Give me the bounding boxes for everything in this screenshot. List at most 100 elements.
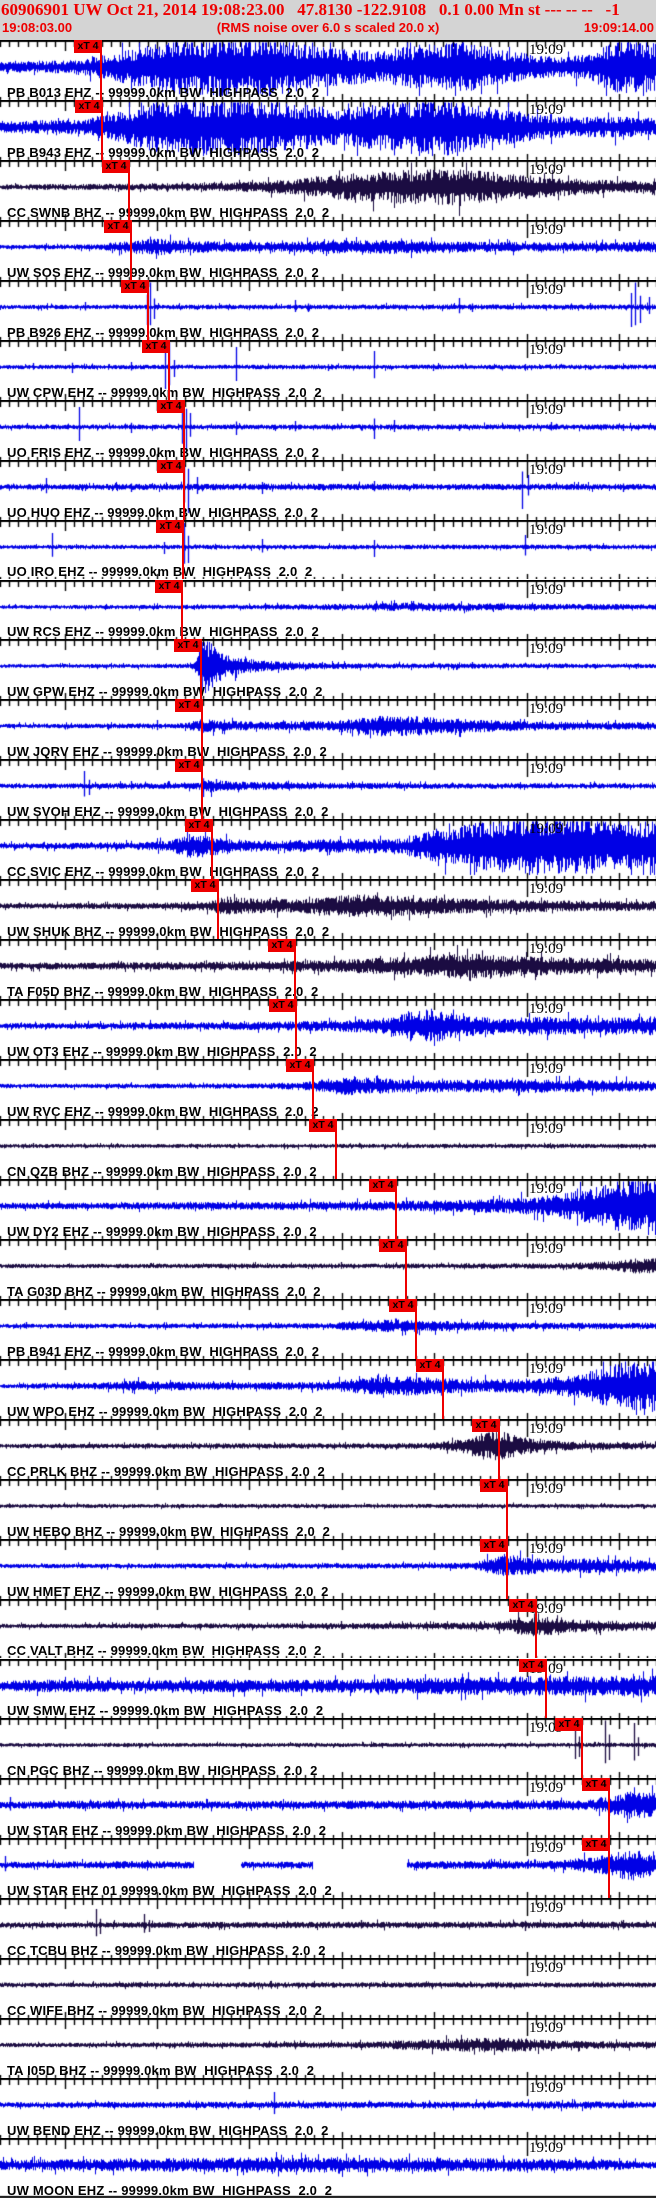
trace-row-uw-smw[interactable]: 19:09UW SMW EHZ -- 99999.0km BW HIGHPASS… (0, 1658, 656, 1719)
pick-line-cn-pgc (581, 1731, 583, 1779)
pick-flag-cn-pgc[interactable]: xT 4 (555, 1718, 583, 1732)
pick-flag-uo-iro[interactable]: xT 4 (156, 519, 184, 533)
trace-label-cc-prlk: CC PRLK BHZ -- 99999.0km BW HIGHPASS 2.0… (7, 1463, 325, 1479)
trace-row-uw-rcs[interactable]: 19:09 UW RCS EHZ -- 99999.0km BW HIGHPASS… (0, 579, 656, 640)
minute-tick-label: 19:09 (529, 2020, 564, 2037)
pick-flag-uw-ot3[interactable]: xT 4 (269, 999, 297, 1013)
minute-tick-label: 19:09 (529, 821, 564, 838)
minute-tick-label: 19:09 (529, 281, 564, 298)
pick-flag-cc-svic[interactable]: xT 4 (185, 819, 213, 833)
trace-row-cc-prlk[interactable]: 19:09 CC PRLK BHZ -- 99999.0km BW HIGHPAS… (0, 1418, 656, 1479)
trace-row-pb-b013[interactable]: 19:09 PB B013 EHZ -- 99999.0km BW HIGHPAS… (0, 40, 656, 100)
trace-label-uw-hebo: UW HEBO BHZ -- 99999.0km BW HIGHPASS 2.0… (7, 1523, 330, 1539)
pick-flag-uw-shuk[interactable]: xT 4 (191, 879, 219, 893)
trace-row-cc-swnb[interactable]: 19:09 CC SWNB BHZ -- 99999.0km BW HIGHPAS… (0, 159, 656, 220)
pick-flag-pb-b943[interactable]: xT 4 (75, 99, 103, 113)
minute-tick-label: 19:09 (529, 42, 564, 58)
trace-row-uw-hebo[interactable]: 19:09 UW HEBO BHZ -- 99999.0km BW HIGHPAS… (0, 1478, 656, 1539)
trace-row-pb-b941[interactable]: 19:09 PB B941 EHZ -- 99999.0km BW HIGHPAS… (0, 1298, 656, 1359)
trace-row-uw-svoh[interactable]: 19:09 UW SVOH EHZ -- 99999.0km BW HIGHPAS… (0, 759, 656, 820)
pick-line-pb-b013 (100, 53, 102, 100)
pick-flag-cc-swnb[interactable]: xT 4 (102, 159, 130, 173)
pick-flag-pb-b941[interactable]: xT 4 (389, 1298, 417, 1312)
minute-tick-label: 19:09 (529, 2140, 564, 2157)
trace-label-uw-rcs: UW RCS EHZ -- 99999.0km BW HIGHPASS 2.0 … (7, 624, 319, 640)
pick-flag-uw-hebo[interactable]: xT 4 (480, 1478, 508, 1492)
trace-label-uw-gpw: UW GPW EHZ -- 99999.0km BW HIGHPASS 2.0 … (7, 684, 323, 700)
trace-row-uw-star[interactable]: 19:09 UW STAR EHZ -- 99999.0km BW HIGHPAS… (0, 1778, 656, 1839)
trace-row-pb-b926[interactable]: 19:09 PB B926 EHZ -- 99999.0km BW HIGHPAS… (0, 279, 656, 340)
trace-row-uw-moon[interactable]: 19:09 UW MOON EHZ -- 99999.0km BW HIGHPAS… (0, 2138, 656, 2198)
pick-flag-uw-jqrv[interactable]: xT 4 (175, 699, 203, 713)
trace-row-uw-hmet[interactable]: 19:09 UW HMET EHZ -- 99999.0km BW HIGHPAS… (0, 1538, 656, 1599)
pick-flag-uw-smw[interactable]: xT 4 (519, 1658, 547, 1672)
pick-flag-uw-gpw[interactable]: xT 4 (174, 639, 202, 653)
minute-tick-label: 19:09 (529, 1061, 564, 1078)
pick-line-cc-valt (535, 1611, 537, 1659)
trace-row-cn-pgc[interactable]: 19:09 CN PGC BHZ -- 99999.0km BW HIGHPASS… (0, 1718, 656, 1779)
trace-row-uw-ot3[interactable]: 19:09 UW OT3 EHZ -- 99999.0km BW HIGHPASS… (0, 999, 656, 1060)
trace-row-uw-jqrv[interactable]: 19:09 UW JQRV EHZ -- 99999.0km BW HIGHPAS… (0, 699, 656, 760)
pick-flag-uw-dy2[interactable]: xT 4 (369, 1178, 397, 1192)
trace-row-uw-wpo[interactable]: 19:09 UW WPO EHZ -- 99999.0km BW HIGHPASS… (0, 1358, 656, 1419)
minute-tick-label: 19:09 (529, 881, 564, 898)
trace-row-cc-valt[interactable]: 19:09 CC VALT BHZ -- 99999.0km BW HIGHPAS… (0, 1598, 656, 1659)
pick-line-uw-hebo (506, 1491, 508, 1539)
trace-label-cc-wife: CC WIFE BHZ -- 99999.0km BW HIGHPASS 2.0… (7, 2003, 323, 2019)
trace-row-uw-star[interactable]: 19:09 UW STAR EHZ 01 99999.0km BW HIGHPAS… (0, 1838, 656, 1899)
trace-row-cc-tcbu[interactable]: 19:09 CC TCBU BHZ -- 99999.0km BW HIGHPAS… (0, 1898, 656, 1959)
pick-flag-uw-svoh[interactable]: xT 4 (175, 759, 203, 773)
pick-flag-cc-prlk[interactable]: xT 4 (472, 1418, 500, 1432)
trace-row-uw-shuk[interactable]: 19:09 UW SHUK BHZ -- 99999.0km BW HIGHPAS… (0, 879, 656, 940)
trace-row-uw-sos[interactable]: 19:09 UW SOS EHZ -- 99999.0km BW HIGHPASS… (0, 219, 656, 280)
pick-line-cc-svic (211, 832, 213, 880)
trace-row-uw-rvc[interactable]: 19:09 UW RVC EHZ -- 99999.0km BW HIGHPASS… (0, 1059, 656, 1119)
trace-row-cc-wife[interactable]: 19:09 CC WIFE BHZ -- 99999.0km BW HIGHPAS… (0, 1958, 656, 2019)
pick-flag-pb-b926[interactable]: xT 4 (121, 279, 149, 293)
pick-line-uo-iro (182, 532, 184, 580)
trace-row-uo-iro[interactable]: 19:09 UO IRO EHZ -- 99999.0km BW HIGHPASS… (0, 519, 656, 580)
minute-tick-label: 19:09 (529, 581, 564, 598)
trace-label-cc-tcbu: CC TCBU BHZ -- 99999.0km BW HIGHPASS 2.0… (7, 1943, 326, 1959)
pick-flag-cc-valt[interactable]: xT 4 (509, 1598, 537, 1612)
pick-flag-uo-fris[interactable]: xT 4 (157, 399, 185, 413)
pick-flag-uo-huo[interactable]: xT 4 (157, 459, 185, 473)
minute-tick-label: 19:09 (529, 941, 564, 958)
trace-row-uw-gpw[interactable]: 19:09 UW GPW EHZ -- 99999.0km BW HIGHPASS… (0, 639, 656, 700)
trace-row-uw-cpw[interactable]: 19:09 UW CPW EHZ -- 99999.0km BW HIGHPASS… (0, 339, 656, 400)
pick-flag-cn-qzb[interactable]: xT 4 (309, 1119, 337, 1132)
trace-label-uw-wpo: UW WPO EHZ -- 99999.0km BW HIGHPASS 2.0 … (7, 1403, 323, 1419)
pick-flag-uw-star[interactable]: xT 4 (582, 1778, 610, 1792)
trace-row-uw-dy2[interactable]: 19:09 UW DY2 EHZ -- 99999.0km BW HIGHPASS… (0, 1178, 656, 1239)
pick-flag-uw-hmet[interactable]: xT 4 (480, 1538, 508, 1552)
pick-flag-uw-sos[interactable]: xT 4 (104, 219, 132, 233)
trace-label-uw-sos: UW SOS EHZ -- 99999.0km BW HIGHPASS 2.0 … (7, 264, 319, 280)
pick-line-uw-shuk (217, 892, 219, 940)
trace-label-uw-bend: UW BEND EHZ -- 99999.0km BW HIGHPASS 2.0… (7, 2123, 329, 2139)
pick-flag-ta-f05d[interactable]: xT 4 (268, 939, 296, 953)
pick-line-uw-dy2 (395, 1191, 397, 1239)
trace-row-cc-svic[interactable]: 19:09 CC SVIC EHZ -- 99999.0km BW HIGHPAS… (0, 819, 656, 880)
pick-line-uw-hmet (506, 1551, 508, 1599)
minute-tick-label: 19:09 (529, 1420, 564, 1437)
pick-flag-uw-rcs[interactable]: xT 4 (155, 579, 183, 593)
pick-flag-ta-g03d[interactable]: xT 4 (379, 1238, 407, 1252)
time-window-line: 19:08:03.00 (RMS noise over 6.0 s scaled… (0, 20, 656, 38)
trace-row-cn-qzb[interactable]: 19:09 CN QZB BHZ -- 99999.0km BW HIGHPASS… (0, 1119, 656, 1179)
trace-row-uw-bend[interactable]: 19:09 UW BEND EHZ -- 99999.0km BW HIGHPAS… (0, 2078, 656, 2139)
trace-row-ta-f05d[interactable]: 19:09 TA F05D BHZ -- 99999.0km BW HIGHPAS… (0, 939, 656, 1000)
trace-row-pb-b943[interactable]: 19:09 PB B943 EHZ -- 99999.0km BW HIGHPAS… (0, 99, 656, 160)
trace-row-ta-g03d[interactable]: 19:09 TA G03D BHZ -- 99999.0km BW HIGHPAS… (0, 1238, 656, 1299)
pick-flag-pb-b013[interactable]: xT 4 (74, 40, 102, 53)
pick-flag-uw-cpw[interactable]: xT 4 (142, 339, 170, 353)
pick-line-ta-f05d (294, 952, 296, 1000)
pick-flag-uw-rvc[interactable]: xT 4 (286, 1059, 314, 1073)
trace-row-uo-fris[interactable]: 19:09 UO FRIS EHZ -- 99999.0km BW HIGHPAS… (0, 399, 656, 460)
trace-row-uo-huo[interactable]: 19:09 UO HUO EHZ -- 99999.0km BW HIGHPASS… (0, 459, 656, 520)
pick-flag-uw-wpo[interactable]: xT 4 (416, 1358, 444, 1372)
minute-tick-label: 19:09 (529, 1900, 564, 1917)
pick-flag-uw-star[interactable]: xT 4 (582, 1838, 610, 1852)
trace-row-ta-i05d[interactable]: 19:09 TA I05D BHZ -- 99999.0km BW HIGHPAS… (0, 2018, 656, 2079)
trace-label-pb-b941: PB B941 EHZ -- 99999.0km BW HIGHPASS 2.0… (7, 1343, 320, 1359)
window-end-time: 19:09:14.00 (583, 20, 654, 35)
